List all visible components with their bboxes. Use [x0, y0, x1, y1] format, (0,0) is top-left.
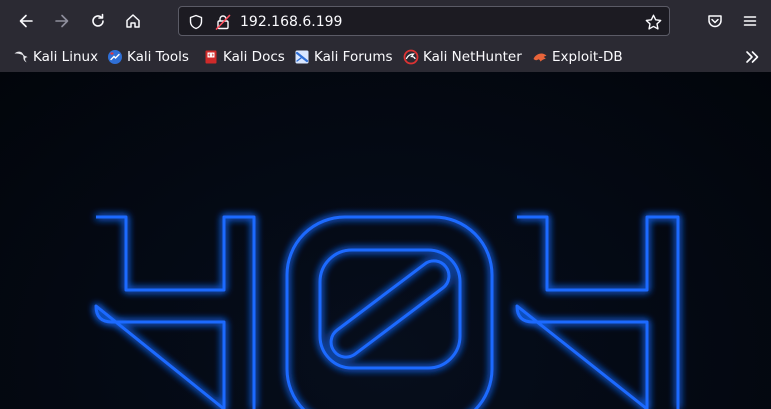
bookmark-label: Exploit-DB: [552, 49, 623, 65]
bookmark-label: Kali Tools: [127, 49, 189, 65]
back-button[interactable]: [11, 6, 41, 36]
pocket-icon: [707, 13, 723, 29]
bookmark-kali-linux[interactable]: Kali Linux: [13, 46, 98, 68]
home-icon: [125, 13, 141, 29]
digit-four-left: [94, 215, 256, 409]
url-bar[interactable]: 192.168.6.199: [178, 6, 670, 36]
bookmarks-overflow-button[interactable]: [744, 46, 764, 68]
bookmark-label: Kali Forums: [314, 49, 393, 65]
bookmark-label: Kali Docs: [223, 49, 285, 65]
error-404-graphic: [94, 215, 680, 409]
page-content: [0, 72, 771, 409]
reload-icon: [90, 13, 106, 29]
reload-button[interactable]: [83, 6, 113, 36]
bookmark-label: Kali NetHunter: [423, 49, 522, 65]
hamburger-menu-icon: [742, 13, 758, 29]
bookmarks-toolbar: Kali Linux Kali Tools Kali Docs Kali For…: [0, 42, 771, 72]
pocket-button[interactable]: [700, 6, 730, 36]
bookmark-kali-tools[interactable]: Kali Tools: [107, 46, 189, 68]
digit-zero-slash: [329, 259, 451, 359]
app-menu-button[interactable]: [735, 6, 765, 36]
nethunter-icon: [403, 49, 419, 65]
exploit-db-icon: [532, 49, 548, 65]
bookmark-label: Kali Linux: [33, 49, 99, 65]
kali-docs-icon: [203, 49, 219, 65]
chevron-double-right-icon: [744, 49, 760, 65]
broken-lock-icon[interactable]: [214, 13, 232, 31]
navigation-toolbar: 192.168.6.199: [0, 0, 771, 42]
arrow-right-icon: [54, 13, 70, 29]
browser-window: 192.168.6.199 Kali Linux Kali Tools Kali…: [0, 0, 771, 409]
forward-button[interactable]: [47, 6, 77, 36]
home-button[interactable]: [118, 6, 148, 36]
arrow-left-icon: [18, 13, 34, 29]
bookmark-exploit-db[interactable]: Exploit-DB: [532, 46, 623, 68]
tracking-shield-icon[interactable]: [187, 13, 205, 31]
bookmark-kali-nethunter[interactable]: Kali NetHunter: [403, 46, 522, 68]
digit-zero-inner: [318, 248, 462, 370]
url-text[interactable]: 192.168.6.199: [240, 13, 342, 31]
digit-four-right: [515, 215, 680, 409]
kali-forums-icon: [294, 49, 310, 65]
star-icon[interactable]: [644, 13, 662, 31]
kali-tools-icon: [107, 49, 123, 65]
bookmark-kali-forums[interactable]: Kali Forums: [294, 46, 393, 68]
kali-dragon-icon: [13, 49, 29, 65]
bookmark-kali-docs[interactable]: Kali Docs: [203, 46, 285, 68]
